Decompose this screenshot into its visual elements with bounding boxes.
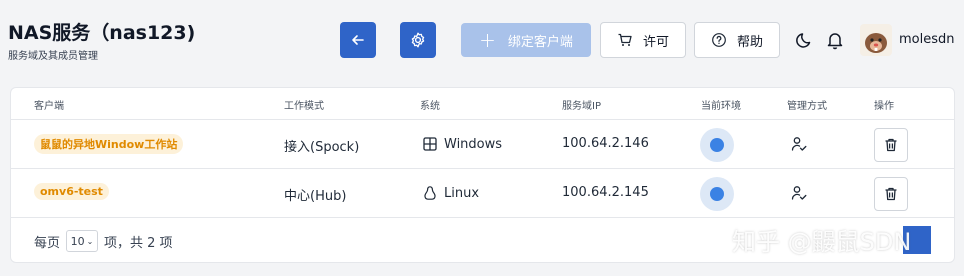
page-size-value: 10 — [70, 234, 85, 248]
linux-icon — [424, 186, 436, 200]
header: NAS服务（nas123) 服务域及其成员管理 + 绑定客户端 许可 帮助 mo… — [0, 0, 964, 80]
total-count-label: 项，共 2 项 — [104, 235, 173, 251]
add-client-label: 绑定客户端 — [507, 34, 573, 50]
trash-icon — [885, 187, 897, 201]
settings-button[interactable] — [400, 22, 436, 58]
column-header-os: 系统 — [420, 101, 440, 112]
per-page-label: 每页 — [34, 235, 61, 251]
column-header-management: 管理方式 — [787, 101, 827, 112]
column-header-mode: 工作模式 — [284, 101, 324, 112]
table-row[interactable]: 鼠鼠的异地Window工作站 接入(Spock) Windows 100.64.… — [11, 120, 954, 169]
page-size-select[interactable]: 10 ⌄ — [66, 230, 99, 252]
column-header-environment: 当前环境 — [701, 101, 741, 112]
service-ip: 100.64.2.146 — [562, 136, 649, 151]
work-mode: 接入(Spock) — [284, 140, 360, 155]
cart-icon — [618, 33, 632, 46]
table-row[interactable]: omv6-test 中心(Hub) Linux 100.64.2.145 — [11, 169, 954, 218]
chevron-down-icon: ⌄ — [86, 236, 94, 246]
help-circle-icon — [712, 33, 726, 47]
client-name-tag[interactable]: omv6-test — [34, 183, 109, 200]
avatar[interactable] — [860, 24, 892, 56]
gear-icon — [411, 32, 425, 48]
column-header-actions: 操作 — [874, 101, 894, 112]
user-check-icon[interactable] — [790, 135, 808, 153]
os-cell: Linux — [422, 185, 479, 201]
add-client-button[interactable]: + 绑定客户端 — [461, 23, 591, 57]
page-title: NAS服务（nas123) — [8, 22, 196, 44]
table-header: 客户端 工作模式 系统 服务域IP 当前环境 管理方式 操作 — [11, 88, 954, 120]
bell-icon[interactable] — [825, 30, 845, 50]
mole-avatar-icon — [860, 24, 892, 56]
work-mode: 中心(Hub) — [284, 189, 347, 204]
environment-status-indicator — [700, 128, 734, 162]
arrow-left-icon — [352, 35, 364, 45]
os-label: Linux — [444, 185, 480, 201]
delete-button[interactable] — [874, 128, 908, 162]
column-header-ip: 服务域IP — [562, 101, 601, 112]
license-button[interactable]: 许可 — [600, 22, 686, 58]
os-cell: Windows — [422, 136, 502, 152]
moon-icon[interactable] — [795, 30, 815, 50]
windows-icon — [423, 137, 437, 151]
watermark: 知乎 @鼹鼠SDN — [732, 228, 912, 256]
plus-icon: + — [479, 28, 496, 52]
help-label: 帮助 — [736, 34, 763, 50]
delete-button[interactable] — [874, 177, 908, 211]
back-button[interactable] — [340, 22, 376, 58]
help-button[interactable]: 帮助 — [694, 22, 780, 58]
service-ip: 100.64.2.145 — [562, 185, 649, 200]
pagination: 每页 10 ⌄ 项，共 2 项 — [34, 230, 173, 252]
column-header-client: 客户端 — [34, 101, 64, 112]
user-check-icon[interactable] — [790, 184, 808, 202]
username[interactable]: molesdn — [899, 32, 955, 47]
license-label: 许可 — [642, 34, 669, 50]
client-name-tag[interactable]: 鼠鼠的异地Window工作站 — [34, 134, 184, 154]
environment-status-indicator — [700, 177, 734, 211]
trash-icon — [885, 138, 897, 152]
page-subtitle: 服务域及其成员管理 — [8, 51, 98, 62]
os-label: Windows — [444, 136, 503, 152]
